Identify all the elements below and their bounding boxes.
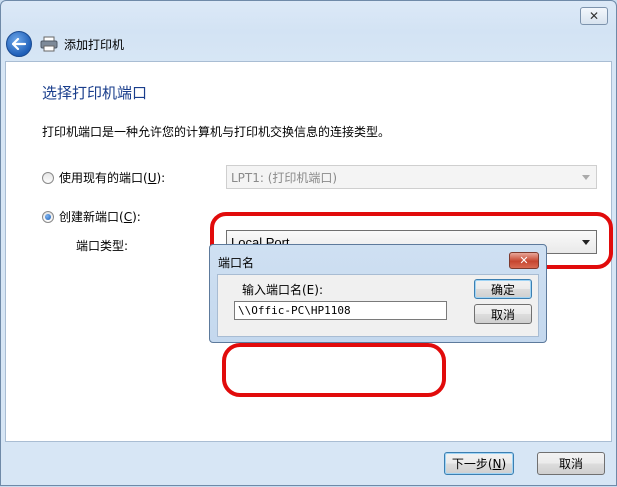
existing-port-value: LPT1: (打印机端口) <box>231 170 338 185</box>
back-arrow-icon <box>12 38 26 50</box>
port-name-highlight <box>222 343 446 397</box>
window-close-button[interactable]: ✕ <box>580 7 608 25</box>
printer-icon <box>40 36 58 52</box>
port-type-label: 端口类型: <box>76 239 129 253</box>
navigation-bar: 添加打印机 <box>1 29 616 59</box>
chevron-down-icon <box>582 175 590 180</box>
use-existing-port-radio[interactable] <box>42 171 54 184</box>
page-description: 打印机端口是一种允许您的计算机与打印机交换信息的连接类型。 <box>42 125 391 139</box>
port-name-input[interactable] <box>234 301 447 320</box>
close-icon: ✕ <box>588 9 600 23</box>
close-icon: ✕ <box>519 254 529 267</box>
create-new-port-radio[interactable] <box>42 210 54 223</box>
next-button[interactable]: 下一步(N) <box>444 452 514 475</box>
use-existing-port-option[interactable]: 使用现有的端口(U): <box>42 169 165 186</box>
existing-port-select: LPT1: (打印机端口) <box>226 165 597 189</box>
dialog-close-button[interactable]: ✕ <box>509 252 539 269</box>
wizard-title: 添加打印机 <box>64 37 125 52</box>
create-new-port-label: 创建新端口(C): <box>59 210 141 224</box>
cancel-button[interactable]: 取消 <box>537 452 605 475</box>
ok-button[interactable]: 确定 <box>474 279 532 299</box>
create-new-port-option[interactable]: 创建新端口(C): <box>42 208 141 225</box>
dialog-cancel-button[interactable]: 取消 <box>474 304 532 324</box>
back-button[interactable] <box>6 31 32 57</box>
dialog-body: 输入端口名(E): 确定 取消 <box>217 274 539 337</box>
use-existing-port-label: 使用现有的端口(U): <box>59 171 166 185</box>
add-printer-window: ✕ 添加打印机 选择打印机端口 打印机端口是一种允许您的计算机与打印机交换信息的… <box>0 0 617 486</box>
wizard-footer: 下一步(N) 取消 <box>1 442 616 487</box>
port-name-label: 输入端口名(E): <box>242 283 323 297</box>
dialog-title: 端口名 <box>218 256 255 270</box>
page-heading: 选择打印机端口 <box>42 84 148 102</box>
port-name-dialog: 端口名 ✕ 输入端口名(E): 确定 取消 <box>209 244 547 343</box>
